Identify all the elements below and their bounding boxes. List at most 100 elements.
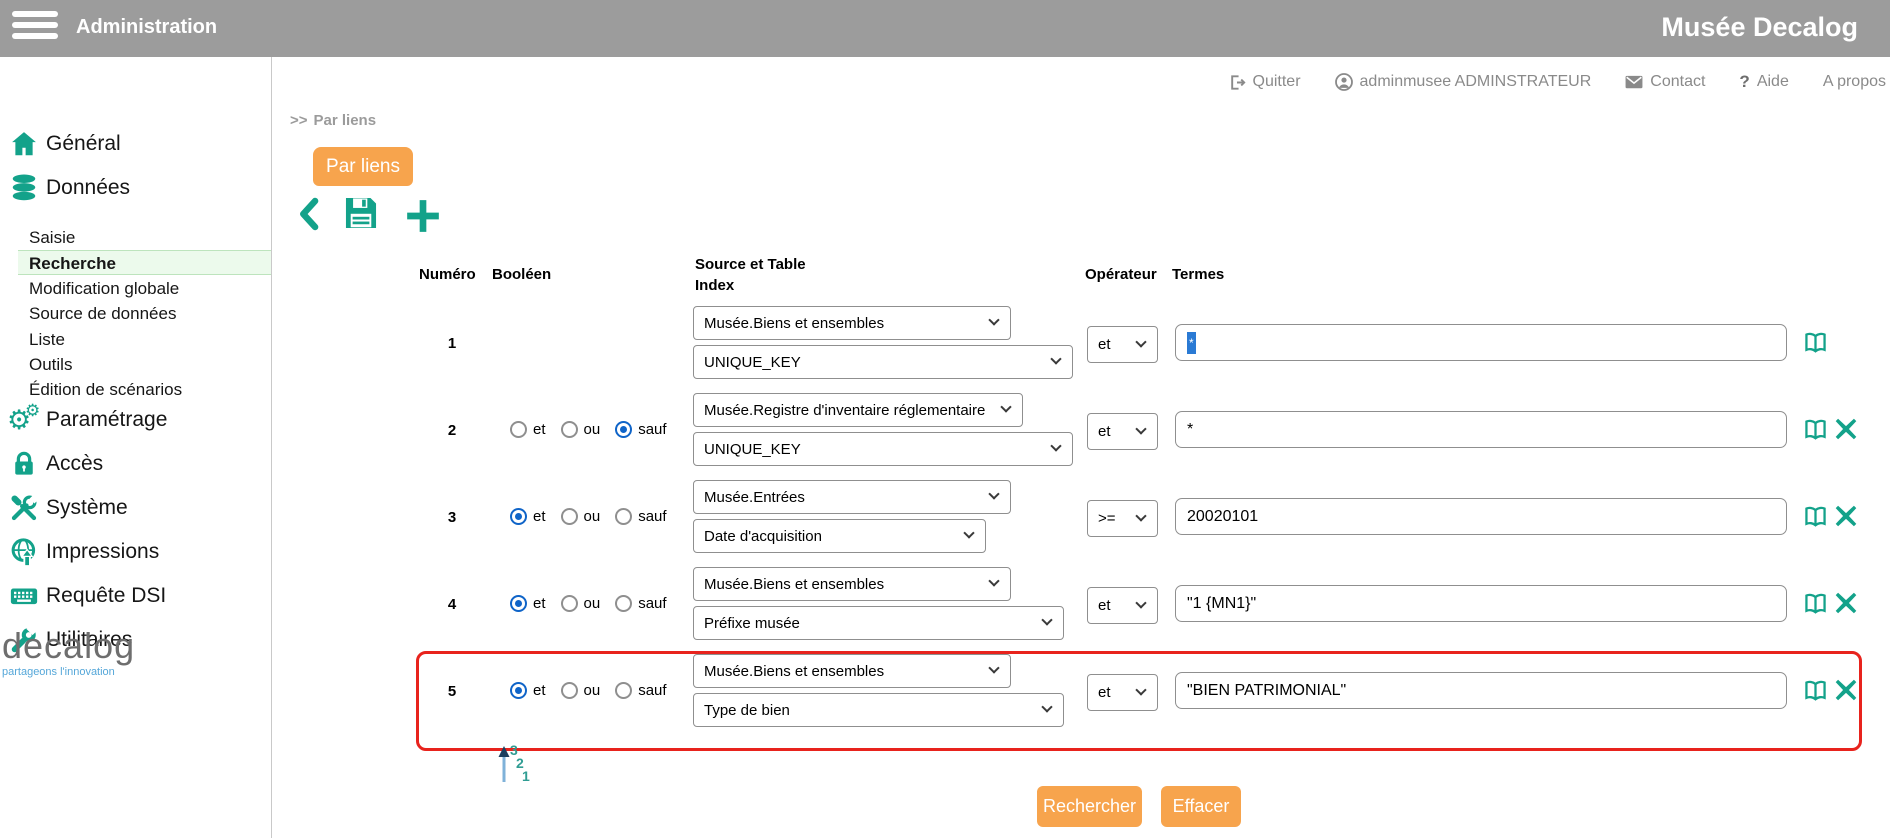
sidebar-item-acces[interactable]: Accès — [0, 443, 272, 487]
terms-input[interactable]: "1 {MN1}" — [1175, 585, 1787, 622]
delete-row-icon[interactable] — [1833, 590, 1859, 616]
sidebar-item-systeme[interactable]: Système — [0, 487, 272, 531]
lexicon-book-icon[interactable] — [1803, 504, 1828, 529]
quitter-link[interactable]: Quitter — [1229, 73, 1301, 91]
contact-link[interactable]: Contact — [1625, 73, 1705, 91]
apropos-link[interactable]: A propos — [1823, 73, 1886, 91]
source-table-select[interactable]: Musée.Biens et ensembles — [693, 567, 1011, 601]
add-row-icon[interactable] — [403, 196, 443, 236]
operator-select[interactable]: et — [1087, 326, 1158, 363]
radio-control[interactable] — [510, 421, 527, 438]
boolean-radio-et[interactable]: et — [510, 421, 546, 438]
app-title: Administration — [76, 16, 217, 39]
boolean-radio-ou[interactable]: ou — [561, 595, 601, 612]
radio-control[interactable] — [615, 421, 632, 438]
terms-input[interactable]: * — [1175, 324, 1787, 361]
source-table-select[interactable]: Musée.Biens et ensembles — [693, 654, 1011, 688]
index-select[interactable]: UNIQUE_KEY — [693, 345, 1073, 379]
sidebar-item-liste[interactable]: Liste — [0, 327, 272, 352]
terms-input[interactable]: * — [1175, 411, 1787, 448]
chevron-down-icon — [1135, 597, 1146, 608]
boolean-radio-sauf[interactable]: sauf — [615, 682, 666, 699]
radio-control[interactable] — [615, 682, 632, 699]
sidebar-item-parametrage[interactable]: ⚙⚙ Paramétrage — [0, 399, 272, 443]
radio-control[interactable] — [615, 508, 632, 525]
radio-control[interactable] — [561, 682, 578, 699]
criteria-row: 4 et ou sauf Musée.Biens et ensembles Pr… — [416, 563, 1856, 650]
radio-control[interactable] — [510, 595, 527, 612]
index-select[interactable]: Type de bien — [693, 693, 1064, 727]
radio-control[interactable] — [561, 508, 578, 525]
hamburger-menu-icon[interactable] — [12, 11, 58, 45]
lexicon-book-icon[interactable] — [1803, 330, 1828, 355]
index-select[interactable]: Date d'acquisition — [693, 519, 986, 553]
column-header-booleen: Booléen — [492, 266, 551, 283]
gears-icon: ⚙⚙ — [9, 405, 41, 437]
radio-control[interactable] — [510, 682, 527, 699]
chevron-down-icon — [1135, 684, 1146, 695]
lexicon-book-icon[interactable] — [1803, 591, 1828, 616]
boolean-radio-sauf[interactable]: sauf — [615, 508, 666, 525]
row-number: 2 — [440, 422, 464, 439]
keyboard-icon — [9, 581, 41, 613]
sidebar-item-impressions[interactable]: Impressions — [0, 531, 272, 575]
breadcrumb-current[interactable]: Par liens — [314, 112, 377, 129]
radio-control[interactable] — [561, 595, 578, 612]
boolean-radio-group: et ou sauf — [510, 508, 667, 525]
source-table-select[interactable]: Musée.Registre d'inventaire réglementair… — [693, 393, 1023, 427]
boolean-radio-group: et ou sauf — [510, 682, 667, 699]
boolean-radio-et[interactable]: et — [510, 682, 546, 699]
sidebar-item-outils[interactable]: Outils — [0, 352, 272, 377]
terms-input[interactable]: "BIEN PATRIMONIAL" — [1175, 672, 1787, 709]
effacer-button[interactable]: Effacer — [1161, 786, 1241, 827]
tab-par-liens[interactable]: Par liens — [313, 147, 413, 186]
index-select[interactable]: UNIQUE_KEY — [693, 432, 1073, 466]
terms-input[interactable]: 20020101 — [1175, 498, 1787, 535]
sort-order-icon[interactable]: 3 2 1 — [494, 738, 546, 790]
boolean-radio-et[interactable]: et — [510, 595, 546, 612]
chevron-down-icon — [963, 527, 974, 538]
save-icon[interactable] — [342, 194, 380, 232]
operator-select[interactable]: et — [1087, 413, 1158, 450]
sidebar-item-modification-globale[interactable]: Modification globale — [0, 276, 272, 301]
user-icon — [1335, 73, 1353, 91]
sidebar-item-general[interactable]: Général — [0, 123, 272, 167]
operator-select[interactable]: et — [1087, 587, 1158, 624]
rechercher-button[interactable]: Rechercher — [1037, 786, 1142, 827]
boolean-radio-ou[interactable]: ou — [561, 421, 601, 438]
delete-row-icon[interactable] — [1833, 503, 1859, 529]
sidebar-item-source-de-donnees[interactable]: Source de données — [0, 301, 272, 326]
boolean-radio-ou[interactable]: ou — [561, 682, 601, 699]
boolean-radio-sauf[interactable]: sauf — [615, 421, 666, 438]
delete-row-icon[interactable] — [1833, 677, 1859, 703]
operator-select[interactable]: >= — [1087, 500, 1158, 537]
index-select[interactable]: Préfixe musée — [693, 606, 1064, 640]
criteria-row: 2 et ou sauf Musée.Registre d'inventaire… — [416, 389, 1856, 476]
brand-title: Musée Decalog — [1661, 12, 1858, 43]
back-icon[interactable] — [295, 196, 321, 232]
chevron-down-icon — [1050, 353, 1061, 364]
chevron-down-icon — [1000, 401, 1011, 412]
lexicon-book-icon[interactable] — [1803, 678, 1828, 703]
radio-control[interactable] — [561, 421, 578, 438]
sidebar-item-saisie[interactable]: Saisie — [0, 225, 272, 250]
lock-icon — [9, 449, 41, 481]
criteria-row: 1 et ou sauf Musée.Biens et ensembles UN… — [416, 302, 1856, 389]
sidebar-item-recherche[interactable]: Recherche — [18, 250, 271, 275]
boolean-radio-ou[interactable]: ou — [561, 508, 601, 525]
aide-link[interactable]: ? Aide — [1739, 72, 1788, 92]
sidebar-item-donnees[interactable]: Données — [0, 167, 272, 211]
chevron-down-icon — [988, 662, 999, 673]
radio-control[interactable] — [615, 595, 632, 612]
breadcrumb-prefix: >> — [290, 112, 308, 129]
source-table-select[interactable]: Musée.Entrées — [693, 480, 1011, 514]
lexicon-book-icon[interactable] — [1803, 417, 1828, 442]
operator-select[interactable]: et — [1087, 674, 1158, 711]
delete-row-icon[interactable] — [1833, 416, 1859, 442]
radio-control[interactable] — [510, 508, 527, 525]
boolean-radio-sauf[interactable]: sauf — [615, 595, 666, 612]
sidebar-item-requete-dsi[interactable]: Requête DSI — [0, 575, 272, 619]
boolean-radio-et[interactable]: et — [510, 508, 546, 525]
source-table-select[interactable]: Musée.Biens et ensembles — [693, 306, 1011, 340]
user-account[interactable]: adminmusee ADMINSTRATEUR — [1335, 73, 1592, 91]
